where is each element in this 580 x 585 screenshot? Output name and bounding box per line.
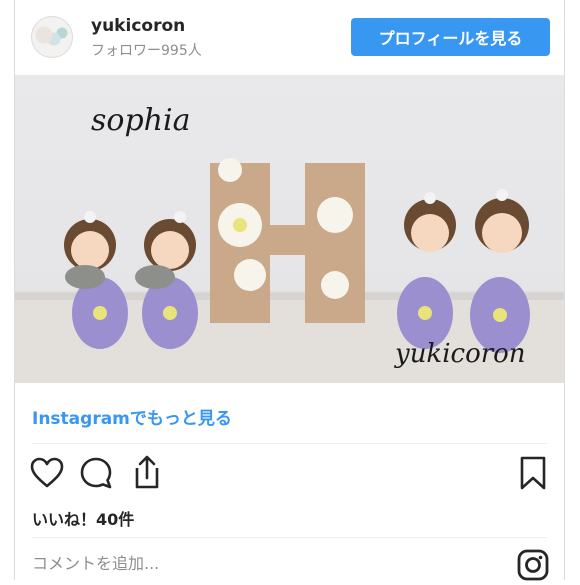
- username[interactable]: yukicoron: [91, 16, 185, 36]
- instagram-embed-card: yukicoron フォロワー995人 プロフィールを見る sophia yuk…: [14, 0, 565, 581]
- like-count[interactable]: いいね！40件: [32, 506, 134, 530]
- post-header: yukicoron フォロワー995人 プロフィールを見る: [15, 0, 564, 75]
- photo-caption-top: sophia: [91, 103, 191, 138]
- share-icon[interactable]: [131, 454, 163, 494]
- comment-icon[interactable]: [79, 456, 113, 494]
- divider: [32, 537, 547, 538]
- bookmark-icon[interactable]: [518, 455, 548, 495]
- avatar[interactable]: [31, 16, 73, 58]
- comment-input[interactable]: [32, 548, 492, 578]
- action-bar: [15, 453, 564, 493]
- photo-caption-bottom: yukicoron: [395, 339, 526, 369]
- post-photo[interactable]: sophia yukicoron: [15, 75, 564, 383]
- divider: [32, 443, 547, 444]
- view-more-on-instagram-link[interactable]: Instagramでもっと見る: [32, 404, 232, 429]
- view-profile-button[interactable]: プロフィールを見る: [351, 18, 550, 56]
- follower-count: フォロワー995人: [91, 43, 202, 59]
- heart-icon[interactable]: [30, 457, 64, 493]
